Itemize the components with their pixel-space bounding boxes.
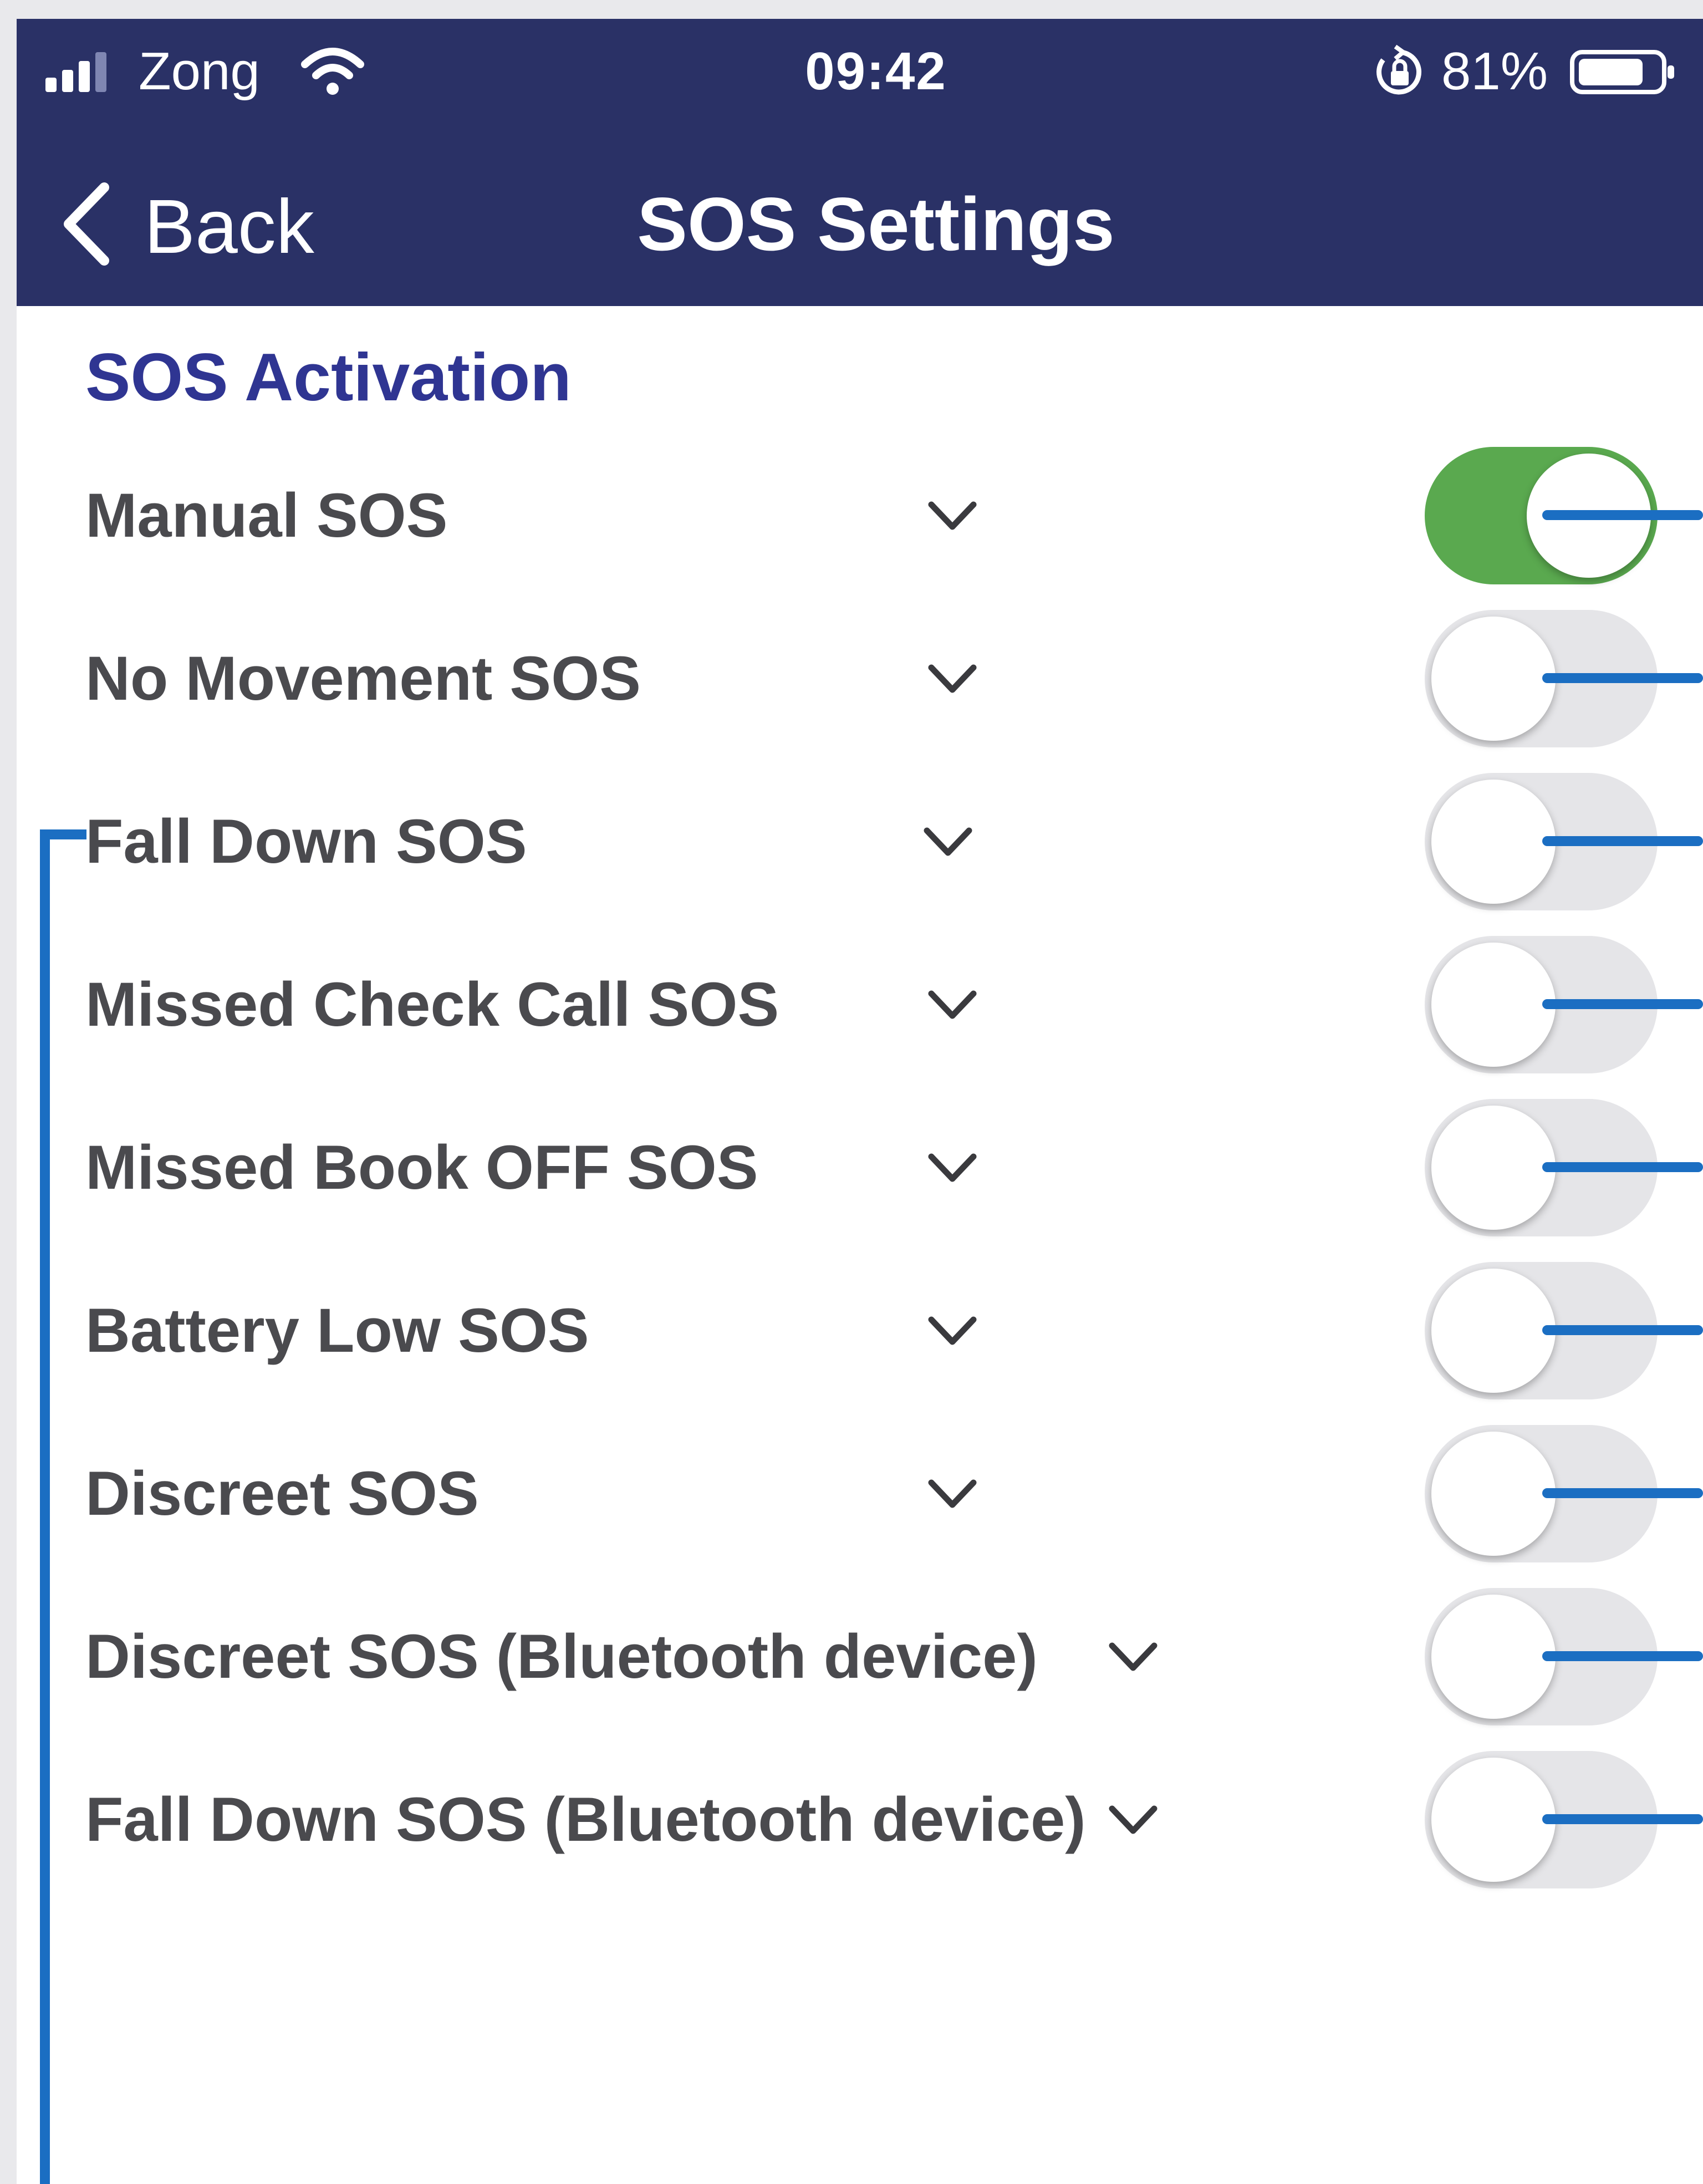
status-time: 09:42 [805, 42, 947, 101]
setting-row: Missed Check Call SOS [17, 933, 1703, 1077]
setting-label: Battery Low SOS [85, 1296, 589, 1365]
wifi-icon [301, 48, 364, 95]
toggle-knob [1431, 1595, 1556, 1719]
chevron-down-icon[interactable] [926, 658, 979, 702]
setting-label: Fall Down SOS (Bluetooth device) [85, 1785, 1086, 1854]
carrier-name: Zong [139, 42, 260, 101]
setting-row: Battery Low SOS [17, 1259, 1703, 1403]
section-title: SOS Activation [85, 339, 572, 415]
page-title: SOS Settings [637, 182, 1115, 266]
chevron-down-icon[interactable] [921, 821, 975, 865]
setting-row: Fall Down SOS (Bluetooth device) [17, 1748, 1703, 1892]
setting-label: Fall Down SOS [85, 807, 527, 876]
status-bar: Zong 09:42 81% [17, 19, 1703, 124]
setting-label: Manual SOS [85, 481, 448, 550]
orientation-lock-icon [1376, 44, 1422, 95]
chevron-down-icon[interactable] [926, 1310, 979, 1354]
annotation-pointer-line [1542, 1651, 1703, 1661]
setting-row: Manual SOS [17, 444, 1703, 588]
annotation-pointer-line [1542, 673, 1703, 683]
chevron-down-icon[interactable] [926, 1147, 979, 1191]
toggle-knob [1431, 1432, 1556, 1556]
annotation-pointer-line [1542, 999, 1703, 1009]
setting-row: Missed Book OFF SOS [17, 1096, 1703, 1240]
back-label: Back [144, 184, 314, 269]
toggle-knob [1431, 1269, 1556, 1393]
back-chevron-icon [64, 182, 109, 266]
toggle-knob [1431, 1106, 1556, 1230]
annotation-pointer-line [1542, 510, 1703, 520]
setting-row: Discreet SOS (Bluetooth device) [17, 1585, 1703, 1729]
annotation-pointer-line [1542, 1325, 1703, 1335]
back-button[interactable]: Back [55, 169, 366, 279]
chevron-down-icon[interactable] [926, 984, 979, 1028]
toggle-knob [1431, 780, 1556, 904]
toggle-knob [1431, 617, 1556, 741]
setting-label: Discreet SOS [85, 1459, 479, 1528]
setting-row: Discreet SOS [17, 1422, 1703, 1566]
setting-label: Missed Check Call SOS [85, 970, 779, 1039]
chevron-down-icon[interactable] [1107, 1799, 1160, 1843]
annotation-bracket-line [40, 834, 50, 2184]
setting-label: No Movement SOS [85, 644, 641, 713]
chevron-down-icon[interactable] [926, 495, 979, 539]
toggle-knob [1431, 943, 1556, 1067]
signal-bars-icon [45, 52, 106, 92]
chevron-down-icon[interactable] [1107, 1636, 1160, 1680]
annotation-pointer-line [1542, 1488, 1703, 1498]
annotation-pointer-line [1542, 1162, 1703, 1172]
annotation-pointer-line [1542, 1814, 1703, 1824]
chevron-down-icon[interactable] [926, 1473, 979, 1517]
phone-screen: Zong 09:42 81% Back SOS Settings SOS Act… [17, 19, 1703, 2184]
annotation-pointer-line [1542, 836, 1703, 846]
battery-percentage: 81% [1441, 42, 1548, 101]
setting-label: Discreet SOS (Bluetooth device) [85, 1622, 1038, 1691]
battery-icon [1570, 50, 1674, 94]
header-bar: Zong 09:42 81% Back SOS Settings [17, 19, 1703, 306]
setting-row: No Movement SOS [17, 607, 1703, 751]
toggle-knob [1431, 1758, 1556, 1882]
setting-row: Fall Down SOS [17, 770, 1703, 914]
setting-label: Missed Book OFF SOS [85, 1133, 758, 1202]
